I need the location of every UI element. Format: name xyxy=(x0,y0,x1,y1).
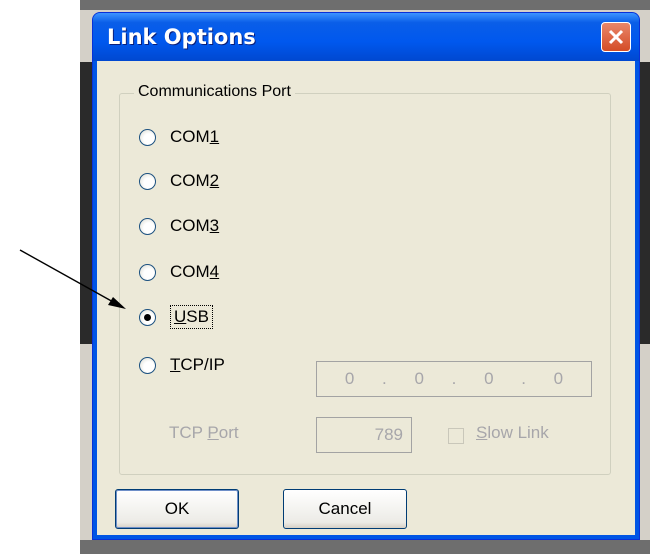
arrow-head xyxy=(108,297,126,309)
callout-arrow xyxy=(19,249,126,309)
arrow-line xyxy=(19,249,116,304)
